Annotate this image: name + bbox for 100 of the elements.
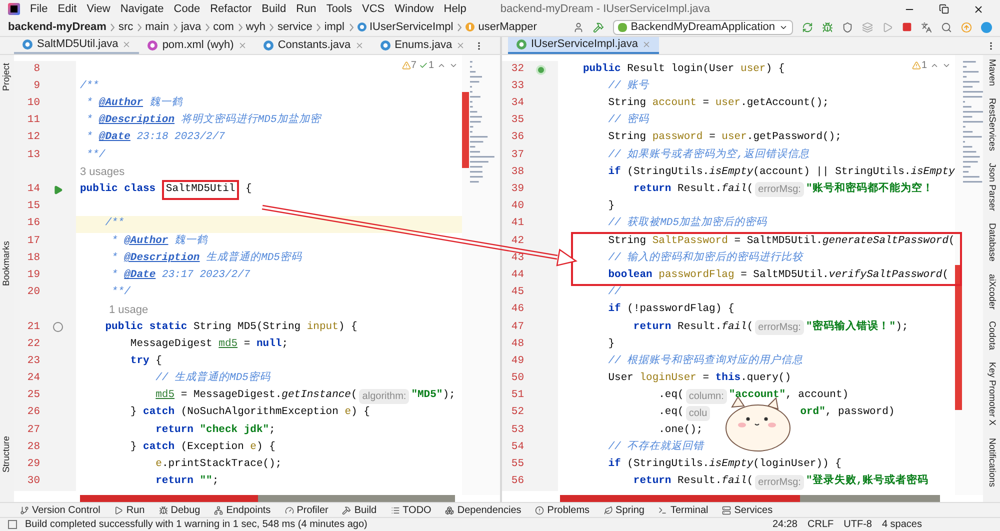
- menu-item[interactable]: Edit: [58, 0, 77, 18]
- bug-icon[interactable]: [158, 506, 168, 514]
- translate-icon[interactable]: [921, 22, 932, 32]
- breadcrumb-item[interactable]: main: [145, 18, 169, 36]
- menu-item[interactable]: VCS: [362, 0, 385, 18]
- menu-item[interactable]: Refactor: [210, 0, 252, 18]
- user-icon[interactable]: [572, 22, 584, 32]
- leaf-icon[interactable]: [604, 506, 613, 514]
- horizontal-scrollbar[interactable]: [80, 495, 455, 502]
- list-icon[interactable]: [390, 506, 400, 514]
- hammer-icon[interactable]: [342, 506, 352, 514]
- tool-window-button[interactable]: Services: [722, 502, 773, 518]
- tool-window-tab[interactable]: Key Promoter X: [984, 362, 998, 426]
- editor-tab[interactable]: Enums.java: [372, 37, 474, 54]
- horizontal-scrollbar[interactable]: [560, 495, 940, 502]
- override-icon[interactable]: [53, 322, 63, 332]
- tool-window-tab[interactable]: Json Parser: [984, 163, 998, 212]
- status-item[interactable]: CRLF: [808, 517, 834, 531]
- menu-item[interactable]: View: [86, 0, 110, 18]
- breadcrumb-item[interactable]: IUserServiceImpl: [370, 18, 454, 36]
- breadcrumb-item[interactable]: backend-myDream: [8, 18, 106, 36]
- run-icon[interactable]: [53, 184, 63, 195]
- tool-window-button[interactable]: Dependencies: [445, 502, 522, 518]
- chevron-up-icon[interactable]: [930, 61, 939, 70]
- network-icon[interactable]: [214, 506, 224, 514]
- inspection-count[interactable]: 1: [921, 58, 927, 73]
- status-icon[interactable]: [8, 520, 17, 529]
- inspection-count[interactable]: 1: [428, 58, 434, 73]
- chevron-down-icon[interactable]: [942, 61, 951, 70]
- tool-window-button[interactable]: Problems: [535, 502, 590, 518]
- code-line: /**: [80, 79, 99, 94]
- bug-icon[interactable]: [822, 22, 833, 32]
- tool-window-tab[interactable]: Project: [0, 63, 14, 92]
- refresh-icon[interactable]: [802, 22, 813, 32]
- tool-window-button[interactable]: Endpoints: [214, 502, 271, 518]
- tool-window-button[interactable]: Terminal: [658, 502, 708, 518]
- tool-window-button[interactable]: Build: [342, 502, 377, 518]
- boxes-icon[interactable]: [445, 506, 454, 514]
- tool-window-tab[interactable]: Codota: [984, 321, 998, 350]
- editor-tab[interactable]: Constants.java: [254, 37, 372, 54]
- status-item[interactable]: 24:28: [772, 517, 798, 531]
- tool-window-button[interactable]: Version Control: [20, 502, 100, 518]
- check-icon[interactable]: [419, 61, 428, 70]
- menu-item[interactable]: Run: [296, 0, 316, 18]
- tool-window-button[interactable]: Run: [114, 502, 145, 518]
- chevron-up-icon[interactable]: [437, 61, 446, 70]
- tool-window-tab[interactable]: aiXcoder: [984, 274, 998, 310]
- tool-window-button[interactable]: Debug: [158, 502, 200, 518]
- menu-item[interactable]: Code: [174, 0, 200, 18]
- breadcrumb-item[interactable]: java: [180, 18, 202, 36]
- search-icon[interactable]: [941, 22, 952, 32]
- branch-icon[interactable]: [20, 506, 29, 514]
- breadcrumb-item[interactable]: impl: [324, 18, 344, 36]
- tool-window-tab[interactable]: RestServices: [984, 98, 998, 152]
- scrollbar-thumb[interactable]: [955, 265, 962, 410]
- breadcrumb-item[interactable]: com: [213, 18, 234, 36]
- menu-item[interactable]: File: [30, 0, 48, 18]
- inspection-count[interactable]: 7: [410, 58, 416, 73]
- breadcrumb-item[interactable]: service: [277, 18, 312, 36]
- play-icon[interactable]: [114, 506, 124, 514]
- stop-icon[interactable]: [902, 22, 912, 32]
- restore-icon[interactable]: [939, 4, 949, 14]
- hammer-icon[interactable]: [592, 22, 604, 32]
- gauge-icon[interactable]: [284, 506, 294, 514]
- tool-window-tab[interactable]: Database: [984, 223, 998, 262]
- breadcrumb-item[interactable]: wyh: [246, 18, 266, 36]
- tool-window-tab[interactable]: Structure: [0, 436, 14, 473]
- tool-window-button[interactable]: Profiler: [284, 502, 328, 518]
- terminal-icon[interactable]: [658, 506, 668, 514]
- tool-window-tab[interactable]: Bookmarks: [0, 241, 14, 286]
- run-config-dropdown[interactable]: BackendMyDreamApplication: [612, 20, 793, 34]
- chevron-down-icon[interactable]: [449, 61, 458, 70]
- menu-item[interactable]: Tools: [326, 0, 352, 18]
- breadcrumb-item[interactable]: src: [118, 18, 134, 36]
- scrollbar-thumb[interactable]: [462, 92, 469, 168]
- tool-window-button[interactable]: TODO: [390, 502, 432, 518]
- menu-item[interactable]: Build: [262, 0, 286, 18]
- warning-icon[interactable]: [912, 61, 922, 70]
- menu-item[interactable]: Window: [394, 0, 434, 18]
- editor-tab[interactable]: IUserServiceImpl.java: [508, 37, 659, 54]
- menu-item[interactable]: Help: [444, 0, 466, 18]
- tool-window-tab[interactable]: Maven: [984, 59, 998, 86]
- plugin-logo-icon[interactable]: [981, 22, 992, 32]
- tool-window-tab[interactable]: Notifications: [984, 438, 998, 487]
- editor-tab[interactable]: pom.xml (wyh): [139, 37, 255, 54]
- close-icon[interactable]: [973, 4, 984, 14]
- status-item[interactable]: UTF-8: [844, 517, 872, 531]
- line-number: 14: [26, 182, 40, 198]
- shield-icon[interactable]: [842, 22, 853, 32]
- implements-icon[interactable]: [536, 64, 546, 75]
- warning-icon[interactable]: [402, 61, 411, 70]
- line-number: 19: [26, 268, 40, 283]
- menu-item[interactable]: Navigate: [120, 0, 164, 18]
- alert-icon[interactable]: [535, 506, 544, 514]
- code-line: * @Date 23:18 2023/2/7: [85, 130, 225, 146]
- server-icon[interactable]: [722, 506, 732, 514]
- tool-window-button[interactable]: Spring: [604, 502, 644, 518]
- code-line: try {: [129, 354, 162, 369]
- status-item[interactable]: 4 spaces: [882, 517, 922, 531]
- breadcrumb-item[interactable]: userMapper: [478, 18, 537, 36]
